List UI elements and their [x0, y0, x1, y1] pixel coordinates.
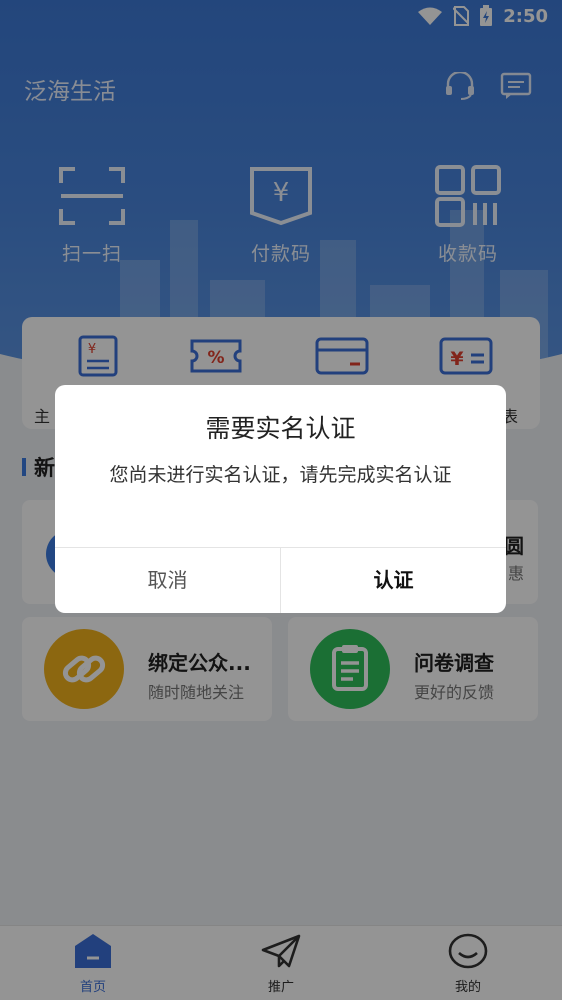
dialog-title: 需要实名认证 — [205, 414, 356, 443]
verification-dialog: 需要实名认证 您尚未进行实名认证，请先完成实名认证 取消 认证 — [55, 385, 506, 613]
dialog-message: 您尚未进行实名认证，请先完成实名认证 — [109, 464, 452, 486]
cancel-button[interactable]: 取消 — [55, 548, 280, 613]
verify-button[interactable]: 认证 — [281, 548, 506, 613]
app-screen: 2:50 泛海生活 扫一扫 ¥ 付款码 收款码 ¥ % ¥ 主 表 新 圆 惠 … — [0, 0, 562, 1000]
